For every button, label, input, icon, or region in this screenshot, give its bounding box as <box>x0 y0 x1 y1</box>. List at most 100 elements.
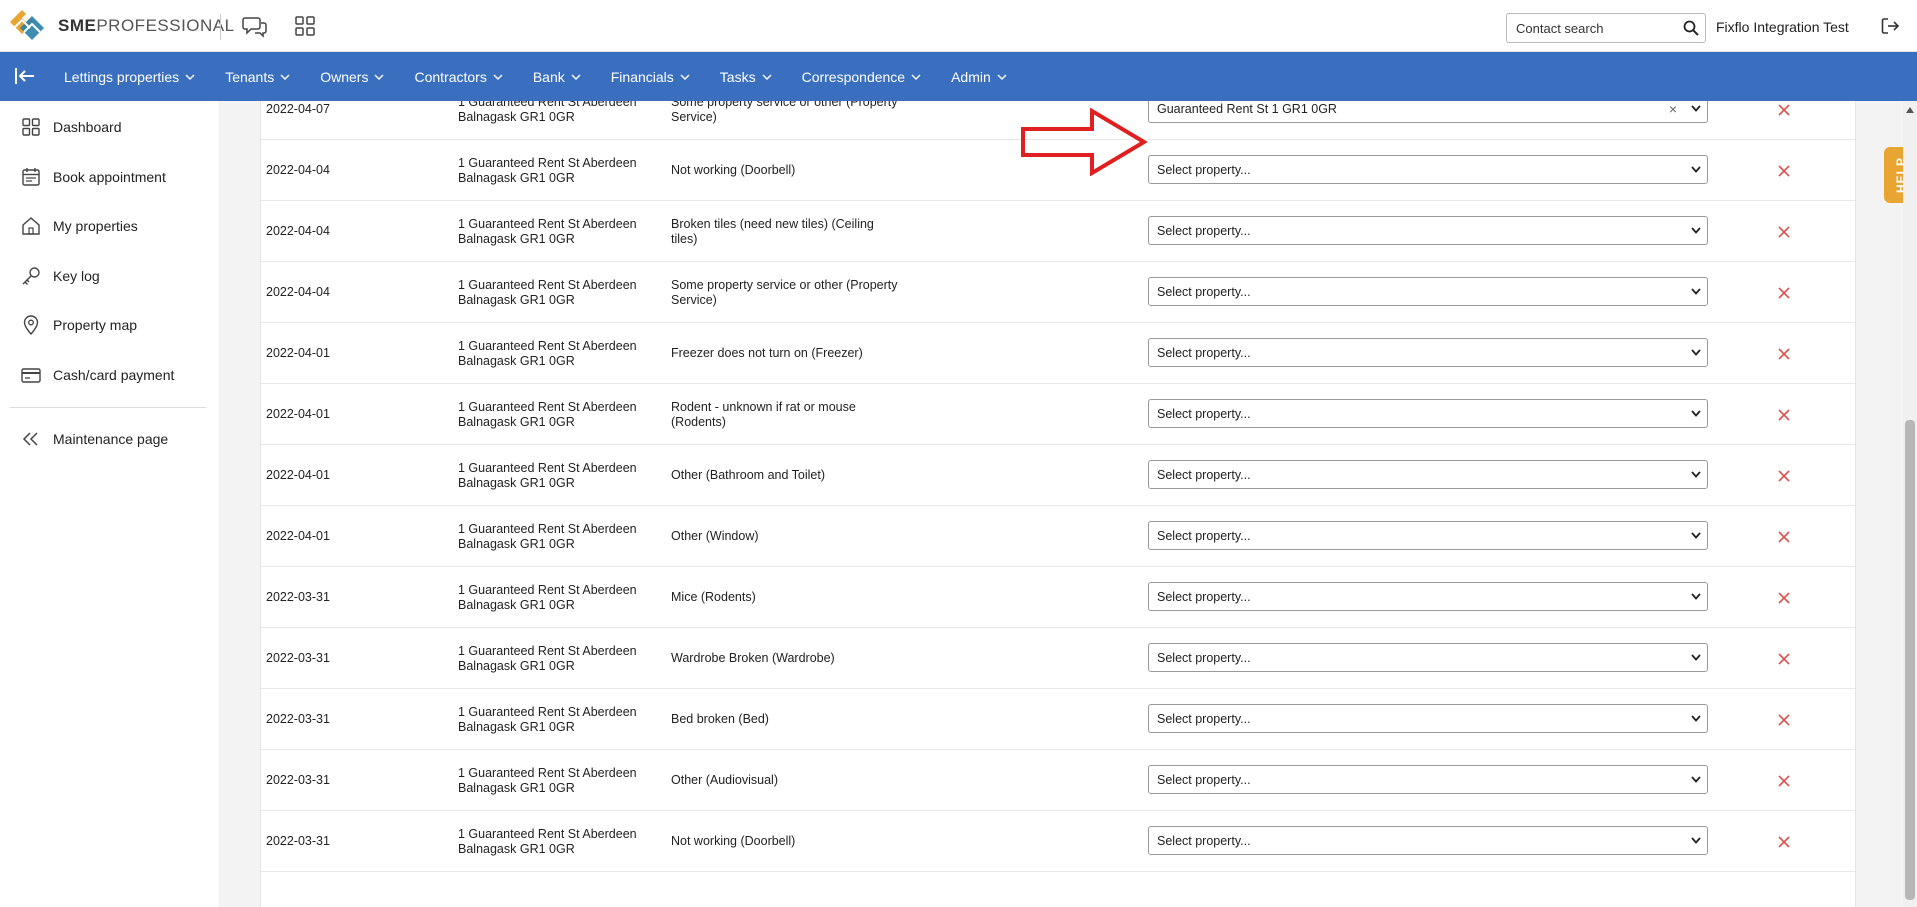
row-address-line1: 1 Guaranteed Rent St Aberdeen <box>458 583 637 597</box>
nav-correspondence[interactable]: Correspondence <box>802 69 922 85</box>
delete-row-icon[interactable] <box>1777 530 1791 544</box>
scrollbar-thumb[interactable] <box>1905 420 1915 900</box>
delete-row-icon[interactable] <box>1777 347 1791 361</box>
nav-financials[interactable]: Financials <box>611 69 690 85</box>
nav-lettings-properties[interactable]: Lettings properties <box>64 69 195 85</box>
chevron-down-icon <box>1691 349 1701 356</box>
row-description: Rodent - unknown if rat or mouse (Rodents… <box>671 400 941 430</box>
property-select[interactable]: Select property... <box>1148 765 1708 794</box>
chevron-down-icon <box>1691 532 1701 539</box>
property-select[interactable]: Select property... <box>1148 704 1708 733</box>
sme-professional-logo[interactable]: SMEPROFESSIONAL <box>8 8 235 44</box>
property-select[interactable]: Select property... <box>1148 399 1708 428</box>
delete-row-icon[interactable] <box>1777 225 1791 239</box>
nav-tasks[interactable]: Tasks <box>720 69 772 85</box>
nav-label: Tasks <box>719 68 756 85</box>
chat-icon[interactable] <box>242 14 268 38</box>
property-select[interactable]: Select property... <box>1148 643 1708 672</box>
row-address: 1 Guaranteed Rent St Aberdeen Balnagask G… <box>458 644 658 674</box>
row-address: 1 Guaranteed Rent St Aberdeen Balnagask G… <box>458 217 658 247</box>
row-description: Bed broken (Bed) <box>671 712 941 727</box>
row-address-line2: Balnagask GR1 0GR <box>458 659 575 673</box>
nav-tenants[interactable]: Tenants <box>225 69 290 85</box>
clear-selection-icon[interactable]: × <box>1669 101 1677 117</box>
delete-row-icon[interactable] <box>1777 164 1791 178</box>
collapse-sidebar-icon[interactable] <box>13 65 37 87</box>
table-row: 2022-03-31 1 Guaranteed Rent St Aberdeen B… <box>261 567 1855 628</box>
row-address-line1: 1 Guaranteed Rent St Aberdeen <box>458 101 637 109</box>
delete-row-icon[interactable] <box>1777 408 1791 422</box>
sidebar-item-dashboard[interactable]: Dashboard <box>20 112 122 142</box>
row-description-line1: Not working (Doorbell) <box>671 163 796 177</box>
delete-row-icon[interactable] <box>1777 591 1791 605</box>
nav-contractors[interactable]: Contractors <box>414 69 503 85</box>
header-divider <box>220 14 221 40</box>
nav-label: Correspondence <box>801 68 906 85</box>
row-address-line1: 1 Guaranteed Rent St Aberdeen <box>458 766 637 780</box>
main-content: 2022-04-07 1 Guaranteed Rent St Aberdeen B… <box>220 101 1917 907</box>
row-address-line2: Balnagask GR1 0GR <box>458 537 575 551</box>
row-description-line1: Some property service or other (Property <box>671 101 898 109</box>
row-description-line1: Bed broken (Bed) <box>671 712 769 726</box>
sidebar-item-property-map[interactable]: Property map <box>20 310 137 340</box>
double-chevron-left-icon <box>22 432 38 446</box>
row-description-line1: Broken tiles (need new tiles) (Ceiling <box>671 217 874 231</box>
chevron-down-icon <box>1691 105 1701 112</box>
property-select-value: Select property... <box>1157 284 1251 299</box>
nav-owners[interactable]: Owners <box>320 69 384 85</box>
row-description: Mice (Rodents) <box>671 590 941 605</box>
nav-label: Owners <box>320 68 369 85</box>
chevron-down-icon <box>997 74 1007 80</box>
nav-bank[interactable]: Bank <box>533 69 581 85</box>
sidebar-item-book-appointment[interactable]: Book appointment <box>20 162 166 192</box>
chevron-down-icon <box>374 74 384 80</box>
apps-grid-icon[interactable] <box>292 14 318 38</box>
row-address-line2: Balnagask GR1 0GR <box>458 415 575 429</box>
row-date: 2022-04-01 <box>266 407 330 421</box>
sidebar-item-label: Cash/card payment <box>53 367 175 383</box>
property-select[interactable]: Select property... <box>1148 338 1708 367</box>
property-select[interactable]: Select property... <box>1148 826 1708 855</box>
delete-row-icon[interactable] <box>1777 774 1791 788</box>
property-select[interactable]: Select property... <box>1148 521 1708 550</box>
property-select-value: Select property... <box>1157 589 1251 604</box>
contact-search-input[interactable] <box>1516 20 1676 36</box>
sidebar-item-maintenance-page[interactable]: Maintenance page <box>20 424 168 454</box>
delete-row-icon[interactable] <box>1777 835 1791 849</box>
delete-row-icon[interactable] <box>1777 286 1791 300</box>
delete-row-icon[interactable] <box>1777 103 1791 117</box>
chevron-down-icon <box>680 74 690 80</box>
contact-search-box[interactable] <box>1506 13 1706 43</box>
property-select-value: Select property... <box>1157 528 1251 543</box>
row-address-line1: 1 Guaranteed Rent St Aberdeen <box>458 400 637 414</box>
delete-row-icon[interactable] <box>1777 469 1791 483</box>
row-description-line1: Wardrobe Broken (Wardrobe) <box>671 651 835 665</box>
delete-row-icon[interactable] <box>1777 713 1791 727</box>
row-description: Not working (Doorbell) <box>671 834 941 849</box>
property-select[interactable]: Select property... <box>1148 460 1708 489</box>
property-select[interactable]: Guaranteed Rent St 1 GR1 0GR × <box>1148 101 1708 123</box>
search-icon[interactable] <box>1683 20 1699 36</box>
sidebar-item-cash-card-payment[interactable]: Cash/card payment <box>20 360 174 390</box>
logo-text: SMEPROFESSIONAL <box>58 16 235 36</box>
property-select[interactable]: Select property... <box>1148 155 1708 184</box>
dashboard-icon <box>22 118 40 136</box>
logout-icon[interactable] <box>1880 16 1900 36</box>
property-select-value: Select property... <box>1157 223 1251 238</box>
table-row: 2022-04-01 1 Guaranteed Rent St Aberdeen B… <box>261 384 1855 445</box>
property-select[interactable]: Select property... <box>1148 582 1708 611</box>
nav-label: Admin <box>951 68 991 85</box>
scroll-up-arrow-icon[interactable] <box>1905 106 1915 114</box>
sidebar-item-my-properties[interactable]: My properties <box>20 211 138 241</box>
row-address-line2: Balnagask GR1 0GR <box>458 720 575 734</box>
property-select[interactable]: Select property... <box>1148 216 1708 245</box>
sme-logo-icon <box>10 10 44 40</box>
delete-row-icon[interactable] <box>1777 652 1791 666</box>
row-description-line2: Service) <box>671 293 717 307</box>
table-row: 2022-03-31 1 Guaranteed Rent St Aberdeen B… <box>261 689 1855 750</box>
nav-admin[interactable]: Admin <box>951 69 1007 85</box>
sidebar-item-key-log[interactable]: Key log <box>20 261 100 291</box>
property-select[interactable]: Select property... <box>1148 277 1708 306</box>
row-address: 1 Guaranteed Rent St Aberdeen Balnagask G… <box>458 339 658 369</box>
row-description-line2: (Rodents) <box>671 415 726 429</box>
